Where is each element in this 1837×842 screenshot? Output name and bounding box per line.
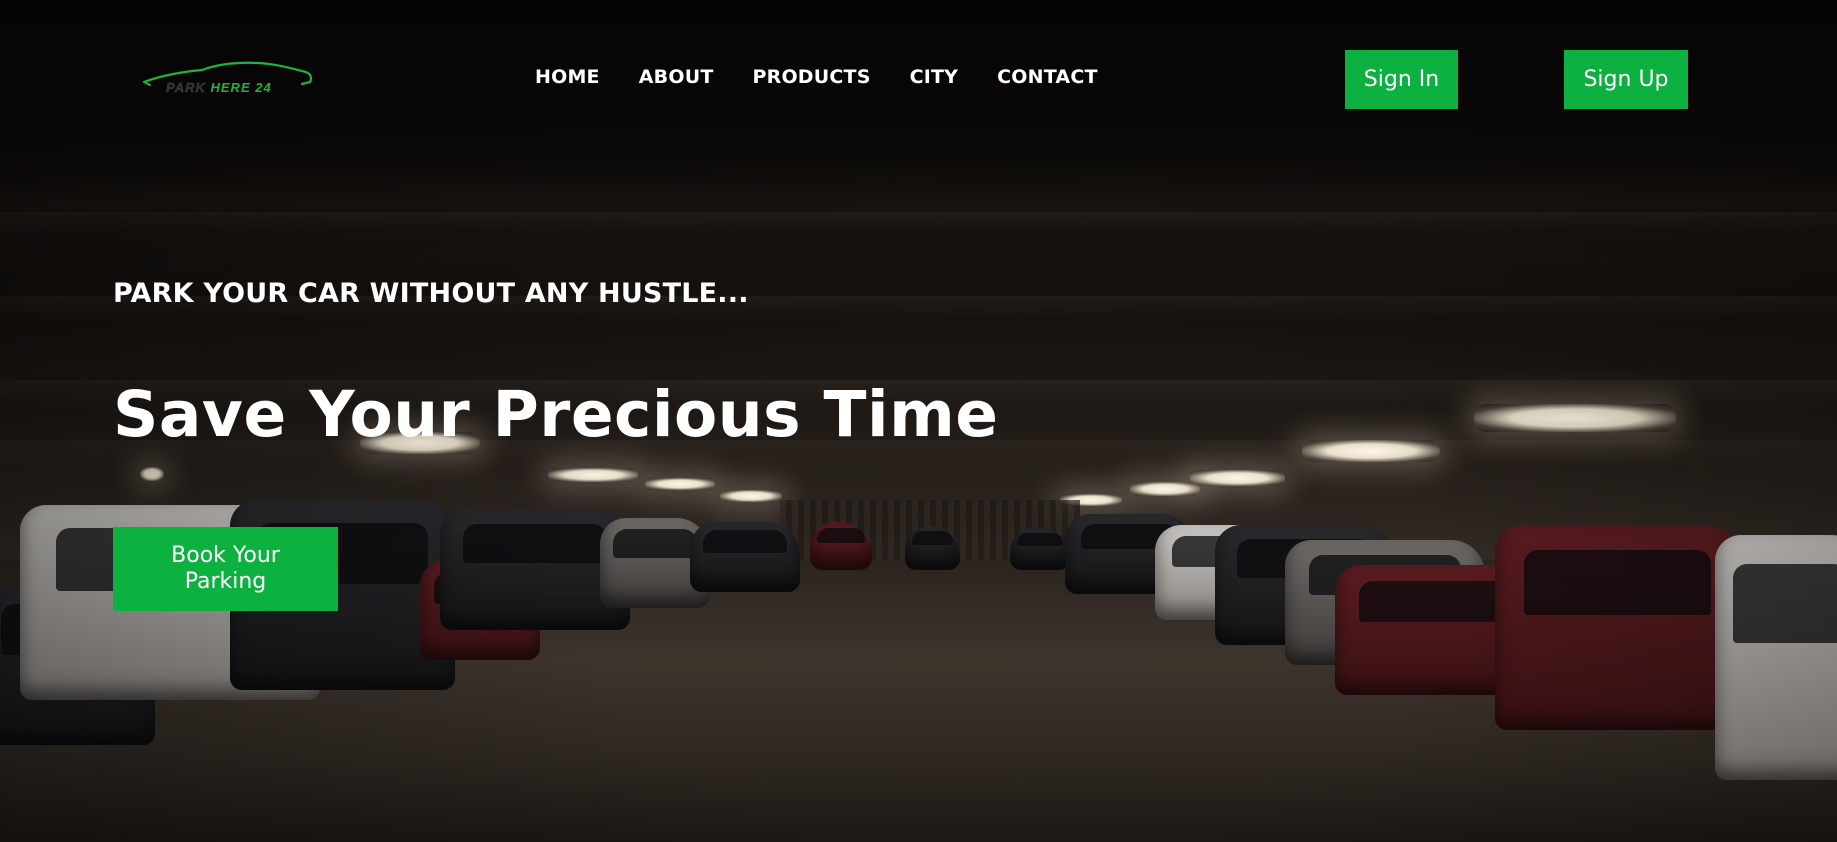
nav-link-about[interactable]: ABOUT	[639, 66, 714, 88]
sign-in-button[interactable]: Sign In	[1345, 50, 1458, 109]
nav-link-city[interactable]: CITY	[910, 66, 959, 88]
logo-text-here24: HERE 24	[210, 80, 272, 95]
nav-link-home[interactable]: HOME	[535, 66, 600, 88]
logo-text-park: PARK	[166, 80, 206, 95]
nav-link-products[interactable]: PRODUCTS	[752, 66, 870, 88]
brand-logo[interactable]: PARK HERE 24	[140, 58, 315, 100]
hero-tagline: PARK YOUR CAR WITHOUT ANY HUSTLE...	[113, 278, 749, 309]
navbar: PARK HERE 24 HOME ABOUT PRODUCTS CITY CO…	[0, 0, 1837, 160]
main-navigation: HOME ABOUT PRODUCTS CITY CONTACT	[535, 66, 1137, 88]
sign-up-button[interactable]: Sign Up	[1564, 50, 1688, 109]
logo-text: PARK HERE 24	[166, 80, 272, 95]
book-parking-button[interactable]: Book Your Parking	[113, 527, 338, 611]
hero-headline: Save Your Precious Time	[113, 378, 999, 451]
landing-page: PARK HERE 24 HOME ABOUT PRODUCTS CITY CO…	[0, 0, 1837, 842]
nav-link-contact[interactable]: CONTACT	[997, 66, 1098, 88]
